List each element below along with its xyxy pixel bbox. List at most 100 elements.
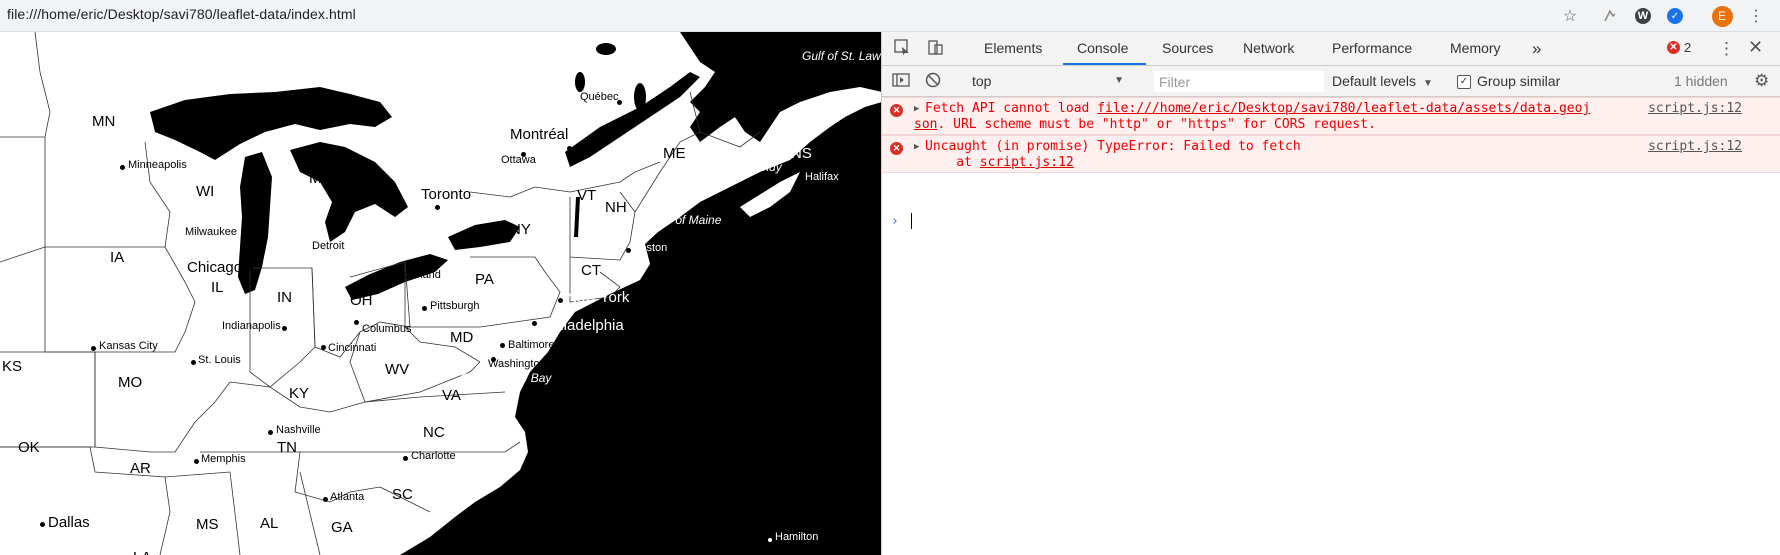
city-label: Columbus [362, 323, 412, 335]
source-link[interactable]: script.js:12 [1648, 139, 1742, 154]
state-label: CT [581, 262, 601, 279]
console-toolbar: top ▼ Default levels ▼ ✓ Group similar 1… [882, 66, 1780, 97]
city-label: St. Louis [198, 354, 241, 366]
context-select[interactable]: top ▼ [966, 70, 1128, 92]
city-marker [194, 459, 199, 464]
chevron-down-icon: ▼ [1422, 78, 1433, 89]
console-input-cursor[interactable] [911, 213, 912, 229]
state-label: PA [475, 271, 494, 288]
city-marker [91, 346, 96, 351]
tab-memory[interactable]: Memory [1450, 32, 1501, 65]
console-error-message[interactable]: ✕ ▶ Uncaught (in promise) TypeError: Fai… [882, 135, 1780, 173]
group-similar-toggle[interactable]: ✓ Group similar [1457, 66, 1560, 97]
error-icon: ✕ [890, 104, 903, 117]
state-label: MD [450, 329, 474, 346]
city-label: Indianapolis [222, 320, 281, 332]
state-label: WI [196, 183, 215, 200]
city-label: Kansas City [99, 340, 158, 352]
sidebar-toggle-icon[interactable] [892, 72, 910, 92]
city-marker [384, 275, 389, 280]
source-link[interactable]: script.js:12 [1648, 101, 1742, 116]
city-label: Québec [580, 91, 619, 103]
water-label: Gulf of Maine [650, 213, 722, 227]
expand-triangle-icon[interactable]: ▶ [914, 104, 919, 114]
city-label: Washington [488, 358, 546, 370]
inspect-element-icon[interactable] [894, 39, 911, 60]
close-icon[interactable]: ✕ [1748, 37, 1763, 58]
city-label: New York [566, 289, 630, 306]
tab-console[interactable]: Console [1077, 32, 1128, 65]
city-label: Atlanta [330, 491, 365, 503]
city-marker [248, 265, 253, 270]
city-label: Toronto [421, 186, 472, 203]
filter-input[interactable] [1154, 71, 1324, 92]
leaflet-map[interactable]: MN WI MI IA IL IN OH PA NY VT NH ME CT M… [0, 32, 882, 555]
tab-network[interactable]: Network [1243, 32, 1294, 65]
state-label: NS [791, 145, 812, 162]
chevron-down-icon: ▼ [1114, 75, 1124, 86]
state-label: VA [442, 387, 461, 404]
city-label: Minneapolis [128, 159, 187, 171]
tab-sources[interactable]: Sources [1162, 32, 1213, 65]
state-label: GA [331, 519, 353, 536]
w-extension-icon[interactable]: W [1632, 5, 1654, 27]
star-icon[interactable]: ☆ [1559, 5, 1581, 27]
city-label: Chicago [187, 259, 243, 276]
devtools-panel: Elements Console Sources Network Perform… [882, 32, 1780, 555]
state-label: ME [663, 145, 686, 162]
state-label: WV [385, 361, 410, 378]
message-text: Uncaught (in promise) TypeError: Failed … [925, 139, 1301, 154]
kebab-menu-icon[interactable]: ⋮ [1718, 39, 1735, 59]
city-marker [767, 537, 773, 543]
gear-icon[interactable]: ⚙ [1754, 71, 1769, 91]
expand-triangle-icon[interactable]: ▶ [914, 142, 919, 152]
more-tabs-button[interactable]: » [1532, 32, 1541, 65]
clear-console-icon[interactable] [925, 72, 941, 92]
city-label: Detroit [312, 240, 345, 252]
tab-elements[interactable]: Elements [984, 32, 1042, 65]
message-url-link-cont[interactable]: son [914, 117, 937, 132]
city-marker [558, 298, 563, 303]
state-label: IL [211, 279, 224, 296]
address-bar-url[interactable]: file:///home/eric/Desktop/savi780/leafle… [7, 6, 356, 22]
error-counter[interactable]: ✕ 2 [1667, 40, 1691, 55]
state-label: AL [260, 515, 279, 532]
state-label: KY [289, 385, 310, 402]
city-marker [435, 205, 440, 210]
city-marker [532, 321, 537, 326]
state-label: MN [92, 113, 116, 130]
state-label: VT [577, 187, 597, 204]
log-levels-dropdown[interactable]: Default levels ▼ [1332, 66, 1433, 97]
state-label: TN [277, 439, 297, 456]
city-marker [422, 306, 427, 311]
state-label: AR [130, 460, 151, 477]
kebab-menu-icon[interactable]: ⋮ [1745, 5, 1767, 27]
city-label: Montréal [510, 126, 569, 143]
console-output[interactable]: ✕ ▶ Fetch API cannot load file:///home/e… [882, 97, 1780, 555]
avatar[interactable]: E [1711, 5, 1733, 27]
city-marker [191, 360, 196, 365]
tab-performance[interactable]: Performance [1332, 32, 1412, 65]
state-label: NB [723, 105, 744, 122]
city-marker [40, 522, 45, 527]
device-toolbar-icon[interactable] [927, 39, 944, 60]
state-label: OK [18, 439, 40, 456]
water-label: Gulf of St. Law [802, 49, 881, 63]
city-label: Nashville [276, 424, 321, 436]
extension-icon[interactable] [1599, 5, 1621, 27]
city-label: Charlotte [411, 450, 456, 462]
console-error-message[interactable]: ✕ ▶ Fetch API cannot load file:///home/e… [882, 97, 1780, 135]
message-url-link[interactable]: file:///home/eric/Desktop/savi780/leafle… [1097, 101, 1590, 116]
state-label: MO [118, 374, 143, 391]
message-text: at [925, 155, 980, 170]
stack-source-link[interactable]: script.js:12 [980, 155, 1074, 170]
state-label: OH [350, 292, 373, 309]
state-label: NH [605, 199, 627, 216]
error-icon: ✕ [890, 142, 903, 155]
group-similar-checkbox[interactable]: ✓ [1457, 74, 1471, 89]
water-label: Bay of Fundy [711, 160, 782, 174]
message-text: . URL scheme must be "http" or "https" f… [937, 117, 1376, 132]
error-icon: ✕ [1667, 41, 1680, 54]
check-extension-icon[interactable]: ✓ [1664, 5, 1686, 27]
city-marker [282, 326, 287, 331]
